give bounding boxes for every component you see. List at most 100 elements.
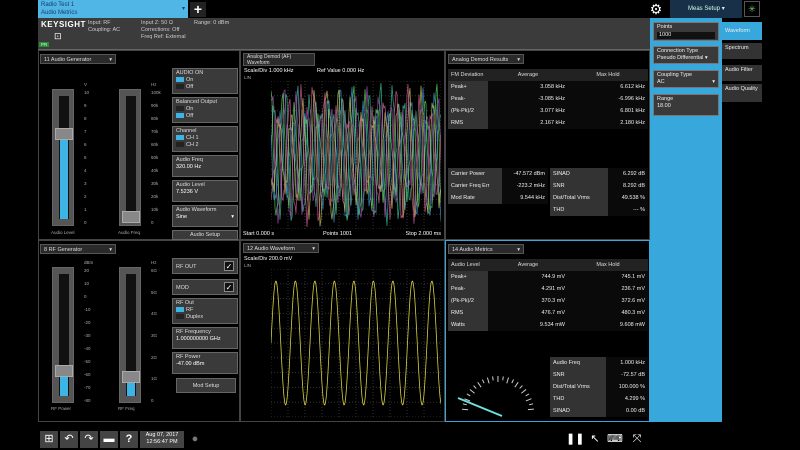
- table-cell: (Pk-Pk)/2: [448, 105, 488, 117]
- rf-out-control-label: RF Out: [176, 300, 194, 306]
- meas-setup-button[interactable]: Meas Setup ▾: [670, 0, 742, 18]
- ch1-radio[interactable]: CH 1: [186, 135, 199, 141]
- scale-tick: 10k: [151, 207, 159, 212]
- tab-audio-filter[interactable]: Audio Filter: [722, 65, 762, 81]
- points-field[interactable]: Points 1000: [653, 22, 719, 41]
- channel-control[interactable]: Channel CH 1 CH 2: [172, 126, 238, 152]
- rf-out-toggle[interactable]: RF OUT ✓: [172, 258, 238, 274]
- gear-icon[interactable]: ⚙: [646, 0, 666, 18]
- scale-tick: 9: [84, 103, 87, 108]
- panel-title[interactable]: 11 Audio Generator ▾: [40, 54, 116, 64]
- scale-tick: 0: [151, 220, 154, 225]
- on-radio[interactable]: On: [186, 77, 193, 83]
- windows-icon[interactable]: ⊞: [40, 431, 58, 448]
- table-row: Audio Freq 1.000 kHz: [550, 357, 648, 369]
- scale-tick: 0: [151, 398, 154, 403]
- demod-waveform-graph[interactable]: [271, 81, 441, 229]
- rf-frequency-label: RF Frequency: [176, 329, 211, 335]
- panel-title[interactable]: Analog Demod Results ▾: [448, 54, 524, 64]
- audio-freq-label: Audio Freq: [118, 230, 141, 235]
- rf-out-control[interactable]: RF Out RF Duplex: [172, 298, 238, 324]
- table-cell: 476.7 mV: [488, 307, 568, 319]
- audio-waveform-label: Audio Waveform: [176, 207, 217, 213]
- on-radio[interactable]: On: [186, 106, 193, 112]
- keyboard-icon[interactable]: ⌨: [606, 431, 624, 448]
- panel-title[interactable]: 12 Audio Waveform ▾: [243, 243, 319, 253]
- rf-frequency-field[interactable]: RF Frequency 1.000000000 GHz: [172, 327, 238, 349]
- table-cell: 49.538 %: [608, 192, 648, 204]
- scale-tick: -20: [84, 320, 91, 325]
- audio-on-control[interactable]: AUDIO ON On Off: [172, 68, 238, 94]
- clock[interactable]: Aug 07, 2017 12:56:47 PM: [140, 431, 184, 448]
- scale-unit: Hz: [151, 260, 157, 265]
- start-time: Start 0.000 s: [243, 231, 275, 237]
- audio-setup-button[interactable]: Audio Setup: [172, 230, 238, 240]
- table-cell: Carrier Freq Err: [448, 180, 503, 192]
- redo-icon[interactable]: ↷: [80, 431, 98, 448]
- chat-icon[interactable]: ●: [186, 431, 204, 448]
- audio-level-field[interactable]: Audio Level 7.5236 V: [172, 180, 238, 202]
- table-cell: THD: [550, 204, 609, 216]
- coupling-type-dropdown[interactable]: Coupling Type AC ▾: [653, 70, 719, 88]
- ch2-radio[interactable]: CH 2: [186, 142, 199, 148]
- panel-title[interactable]: 8 RF Generator ▾: [40, 244, 116, 254]
- duplex-radio[interactable]: Duplex: [186, 314, 203, 320]
- folder-icon[interactable]: ▬: [100, 431, 118, 448]
- table-row: Dist/Total Vrms 49.538 %: [550, 192, 648, 204]
- rf-power-slider[interactable]: [52, 267, 74, 403]
- panel-title[interactable]: 14 Audio Metrics ▾: [448, 244, 524, 254]
- checkmark-icon[interactable]: ✓: [224, 261, 234, 271]
- mod-setup-button[interactable]: Mod Setup: [176, 378, 236, 393]
- audio-freq-slider[interactable]: [119, 89, 141, 226]
- scale-tick: 3: [84, 181, 87, 186]
- table-cell: 480.3 mV: [568, 307, 648, 319]
- help-icon[interactable]: ?: [120, 431, 138, 448]
- table-cell: -6.996 kHz: [568, 93, 648, 105]
- points-input[interactable]: 1000: [657, 32, 715, 39]
- table-cell: (Pk-Pk)/2: [448, 295, 488, 307]
- audio-freq-field[interactable]: Audio Freq 320.00 Hz: [172, 155, 238, 177]
- off-radio[interactable]: Off: [186, 113, 193, 119]
- scale-tick: -10: [84, 307, 91, 312]
- scale-tick: -40: [84, 346, 91, 351]
- tab-spectrum[interactable]: Spectrum: [722, 43, 762, 59]
- gauge-tick: [521, 389, 527, 394]
- rf-power-field[interactable]: RF Power -47.00 dBm: [172, 352, 238, 374]
- table-cell: 0.00 dB: [605, 405, 648, 417]
- tab-audio-quality[interactable]: Audio Quality: [722, 84, 762, 102]
- audio-waveform-graph[interactable]: [271, 269, 441, 417]
- scale-tick: 60k: [151, 142, 159, 147]
- table-cell: THD: [550, 393, 606, 405]
- checkmark-icon[interactable]: ✓: [224, 282, 234, 292]
- add-screen-button[interactable]: +: [190, 2, 206, 17]
- range-field[interactable]: Range 18.00: [653, 94, 719, 116]
- fullscreen-icon[interactable]: ⤧: [628, 431, 646, 448]
- balanced-output-control[interactable]: Balanced Output On Off: [172, 97, 238, 123]
- gauge-tick: [525, 393, 530, 397]
- table-cell: SINAD: [550, 405, 606, 417]
- rf-radio[interactable]: RF: [186, 307, 193, 313]
- scale-tick: 40k: [151, 168, 159, 173]
- panel-title[interactable]: Analog Demod (AF) Waveform: [243, 53, 315, 66]
- gauge-needle: [457, 397, 503, 417]
- screen-tab[interactable]: Radio Test 1 Audio Metrics ▾: [38, 0, 188, 18]
- table-row: Peak- -3.085 kHz -6.996 kHz: [448, 93, 648, 105]
- audio-waveform-dropdown[interactable]: Audio Waveform Sine ▾: [172, 205, 238, 227]
- mod-toggle[interactable]: MOD ✓: [172, 279, 238, 295]
- table-cell: SNR: [550, 369, 606, 381]
- cursor-icon[interactable]: ↖: [586, 431, 604, 448]
- connection-type-dropdown[interactable]: Connection Type Pseudo Differential ▾: [653, 46, 719, 64]
- scale-tick: 3G: [151, 333, 158, 338]
- audio-level-slider[interactable]: [52, 89, 74, 226]
- off-radio[interactable]: Off: [186, 84, 193, 90]
- gauge-tick: [511, 379, 514, 384]
- display-icon[interactable]: ⊡: [54, 31, 62, 42]
- rf-freq-slider[interactable]: [119, 267, 141, 403]
- pause-icon[interactable]: ❚❚: [566, 431, 584, 448]
- scale-tick: 5: [84, 155, 87, 160]
- status-icon[interactable]: ✳: [744, 1, 760, 17]
- tab-waveform[interactable]: Waveform: [722, 22, 762, 40]
- undo-icon[interactable]: ↶: [60, 431, 78, 448]
- table-cell: 4.291 mV: [488, 283, 568, 295]
- stop-time: Stop 2.000 ms: [405, 231, 441, 237]
